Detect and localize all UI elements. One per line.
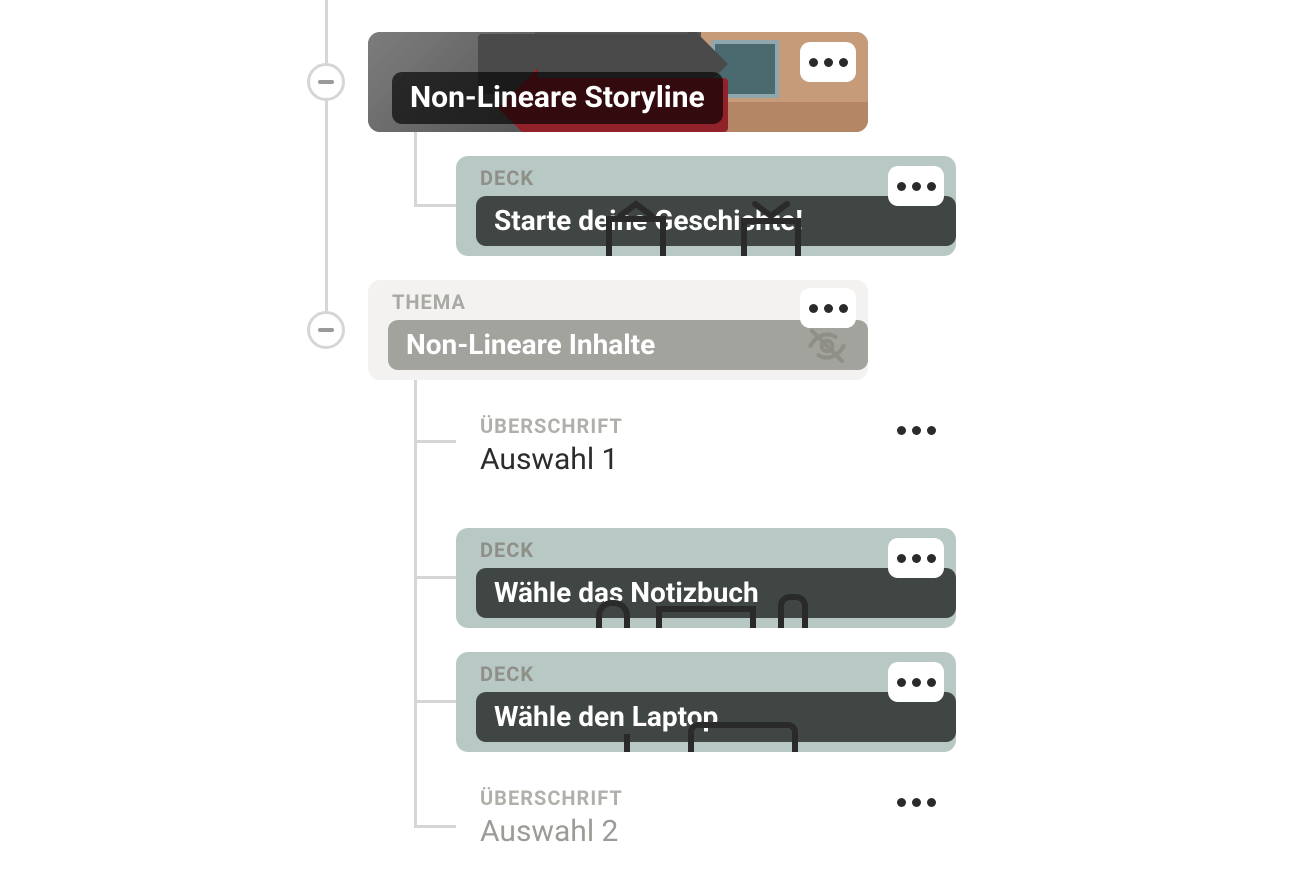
more-options-button[interactable] <box>888 410 944 450</box>
card-type-label: THEMA <box>368 280 868 314</box>
collapse-toggle[interactable] <box>307 63 345 101</box>
connector-line <box>414 132 417 206</box>
deck-decoration <box>456 528 956 628</box>
storyline-card[interactable]: Non-Lineare Storyline <box>368 32 868 132</box>
thema-card[interactable]: THEMA Non-Lineare Inhalte <box>368 280 868 380</box>
heading-card-2[interactable]: ÜBERSCHRIFT Auswahl 2 <box>456 772 956 860</box>
deck-decoration <box>456 652 956 752</box>
heading-title: Auswahl 2 <box>456 810 956 861</box>
deck-card-laptop[interactable]: DECK Wähle den Laptop <box>456 652 956 752</box>
storyline-title: Non-Lineare Storyline <box>392 72 723 124</box>
more-options-button[interactable] <box>800 288 856 328</box>
card-type-label: ÜBERSCHRIFT <box>456 772 956 810</box>
deck-card-notebook[interactable]: DECK Wähle das Notizbuch <box>456 528 956 628</box>
more-options-button[interactable] <box>888 538 944 578</box>
heading-title: Auswahl 1 <box>456 438 956 489</box>
connector-line <box>414 825 456 828</box>
connector-line <box>414 576 456 579</box>
connector-line <box>414 440 456 443</box>
card-type-label: ÜBERSCHRIFT <box>456 400 956 438</box>
more-options-button[interactable] <box>888 662 944 702</box>
connector-line <box>325 0 328 330</box>
deck-decoration <box>456 156 956 256</box>
connector-line <box>414 380 417 828</box>
connector-line <box>414 204 456 207</box>
more-options-button[interactable] <box>888 166 944 206</box>
minus-icon <box>318 328 334 332</box>
more-options-button[interactable] <box>888 782 944 822</box>
deck-card-start[interactable]: DECK Starte deine Geschichte! <box>456 156 956 256</box>
hidden-icon <box>804 326 850 366</box>
heading-card-1[interactable]: ÜBERSCHRIFT Auswahl 1 <box>456 400 956 488</box>
minus-icon <box>318 80 334 84</box>
collapse-toggle[interactable] <box>307 311 345 349</box>
more-options-button[interactable] <box>800 42 856 82</box>
connector-line <box>414 700 456 703</box>
thema-title: Non-Lineare Inhalte <box>388 320 868 370</box>
